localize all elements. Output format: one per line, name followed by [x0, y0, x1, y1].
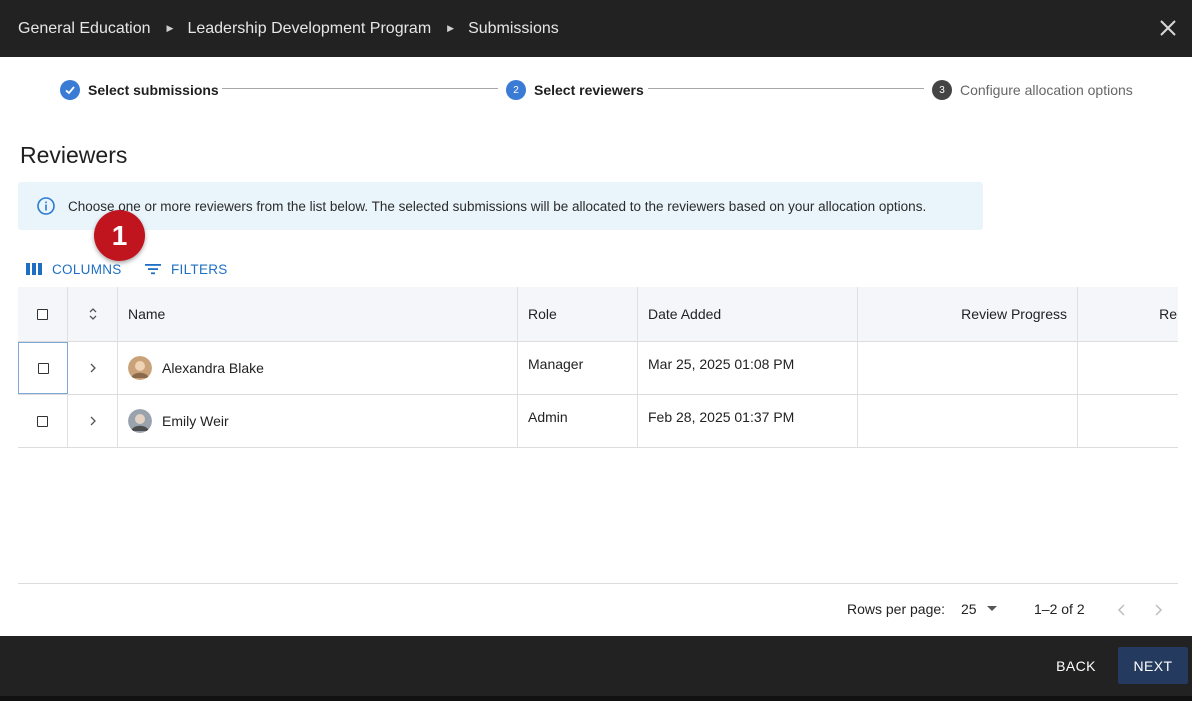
name-cell: Emily Weir [118, 395, 518, 447]
step-number: 2 [506, 80, 526, 100]
role-cell: Manager [518, 342, 638, 394]
chevron-right-icon [90, 363, 96, 373]
avatar [128, 356, 152, 380]
top-bar: General Education ▶ Leadership Developme… [0, 0, 1192, 57]
step-label: Select reviewers [534, 82, 644, 98]
truncated-cell [1078, 395, 1178, 447]
date-added-cell: Mar 25, 2025 01:08 PM [638, 342, 858, 394]
row-checkbox-cell [18, 342, 68, 394]
table-row[interactable]: Alexandra Blake Manager Mar 25, 2025 01:… [18, 342, 1178, 395]
previous-page-icon[interactable] [1117, 603, 1127, 617]
row-checkbox[interactable] [37, 415, 48, 427]
dropdown-arrow-icon [986, 606, 997, 611]
columns-icon [26, 263, 42, 275]
breadcrumb-submissions[interactable]: Submissions [468, 20, 559, 38]
step-select-reviewers[interactable]: 2 Select reviewers [506, 79, 644, 101]
truncated-cell [1078, 342, 1178, 394]
info-banner: Choose one or more reviewers from the li… [18, 182, 983, 230]
filter-icon [145, 264, 161, 275]
table-footer-divider [18, 583, 1178, 584]
info-text: Choose one or more reviewers from the li… [68, 198, 927, 214]
role-cell: Admin [518, 395, 638, 447]
bottom-strip [0, 696, 1192, 701]
filters-label: FILTERS [171, 261, 228, 277]
column-header-review-progress[interactable]: Review Progress [858, 287, 1078, 341]
chevron-right-icon [90, 416, 96, 426]
reviewer-name: Emily Weir [162, 413, 229, 429]
select-all-cell [18, 287, 68, 341]
reviewers-table: Name Role Date Added Review Progress Re … [18, 287, 1178, 450]
review-progress-cell [858, 342, 1078, 394]
name-cell: Alexandra Blake [118, 342, 518, 394]
breadcrumb-separator-icon: ▶ [166, 23, 174, 33]
step-number: 3 [932, 80, 952, 100]
step-select-submissions[interactable]: Select submissions [60, 79, 219, 101]
review-progress-cell [858, 395, 1078, 447]
columns-button[interactable]: COLUMNS [26, 259, 122, 279]
back-button[interactable]: BACK [1040, 648, 1112, 684]
step-connector [648, 88, 924, 89]
table-row[interactable]: Emily Weir Admin Feb 28, 2025 01:37 PM [18, 395, 1178, 448]
next-button[interactable]: NEXT [1118, 647, 1188, 684]
avatar [128, 409, 152, 433]
step-connector [222, 88, 498, 89]
expand-cell[interactable] [68, 342, 118, 394]
filters-button[interactable]: FILTERS [145, 259, 228, 279]
next-page-icon[interactable] [1153, 603, 1163, 617]
step-configure-allocation[interactable]: 3 Configure allocation options [932, 79, 1133, 101]
columns-label: COLUMNS [52, 261, 122, 277]
breadcrumb-general-education[interactable]: General Education [18, 20, 151, 38]
column-header-role[interactable]: Role [518, 287, 638, 341]
step-label: Configure allocation options [960, 82, 1133, 98]
expand-cell[interactable] [68, 395, 118, 447]
column-header-truncated[interactable]: Re [1078, 287, 1178, 341]
sort-icon [89, 308, 96, 320]
rows-per-page-select[interactable]: 25 [961, 601, 997, 617]
row-checkbox-cell [18, 395, 68, 447]
expand-all-cell[interactable] [68, 287, 118, 341]
step-label: Select submissions [88, 82, 219, 98]
stepper: Select submissions 2 Select reviewers 3 … [0, 57, 1192, 123]
info-icon [37, 197, 55, 215]
annotation-badge: 1 [94, 210, 145, 261]
breadcrumb-program[interactable]: Leadership Development Program [187, 20, 431, 38]
rows-per-page-label: Rows per page: [847, 601, 946, 617]
breadcrumb-separator-icon: ▶ [447, 23, 455, 33]
date-added-cell: Feb 28, 2025 01:37 PM [638, 395, 858, 447]
row-checkbox[interactable] [37, 362, 49, 374]
bottom-action-bar: BACK NEXT [0, 636, 1192, 701]
reviewer-name: Alexandra Blake [162, 360, 264, 376]
close-icon[interactable] [1156, 16, 1180, 40]
page-title: Reviewers [20, 142, 128, 168]
rows-per-page-value: 25 [961, 601, 977, 617]
check-icon [60, 80, 80, 100]
select-all-checkbox[interactable] [37, 308, 48, 320]
table-header: Name Role Date Added Review Progress Re [18, 287, 1178, 342]
pagination-range: 1–2 of 2 [1034, 601, 1085, 617]
column-header-date-added[interactable]: Date Added [638, 287, 858, 341]
column-header-name[interactable]: Name [118, 287, 518, 341]
